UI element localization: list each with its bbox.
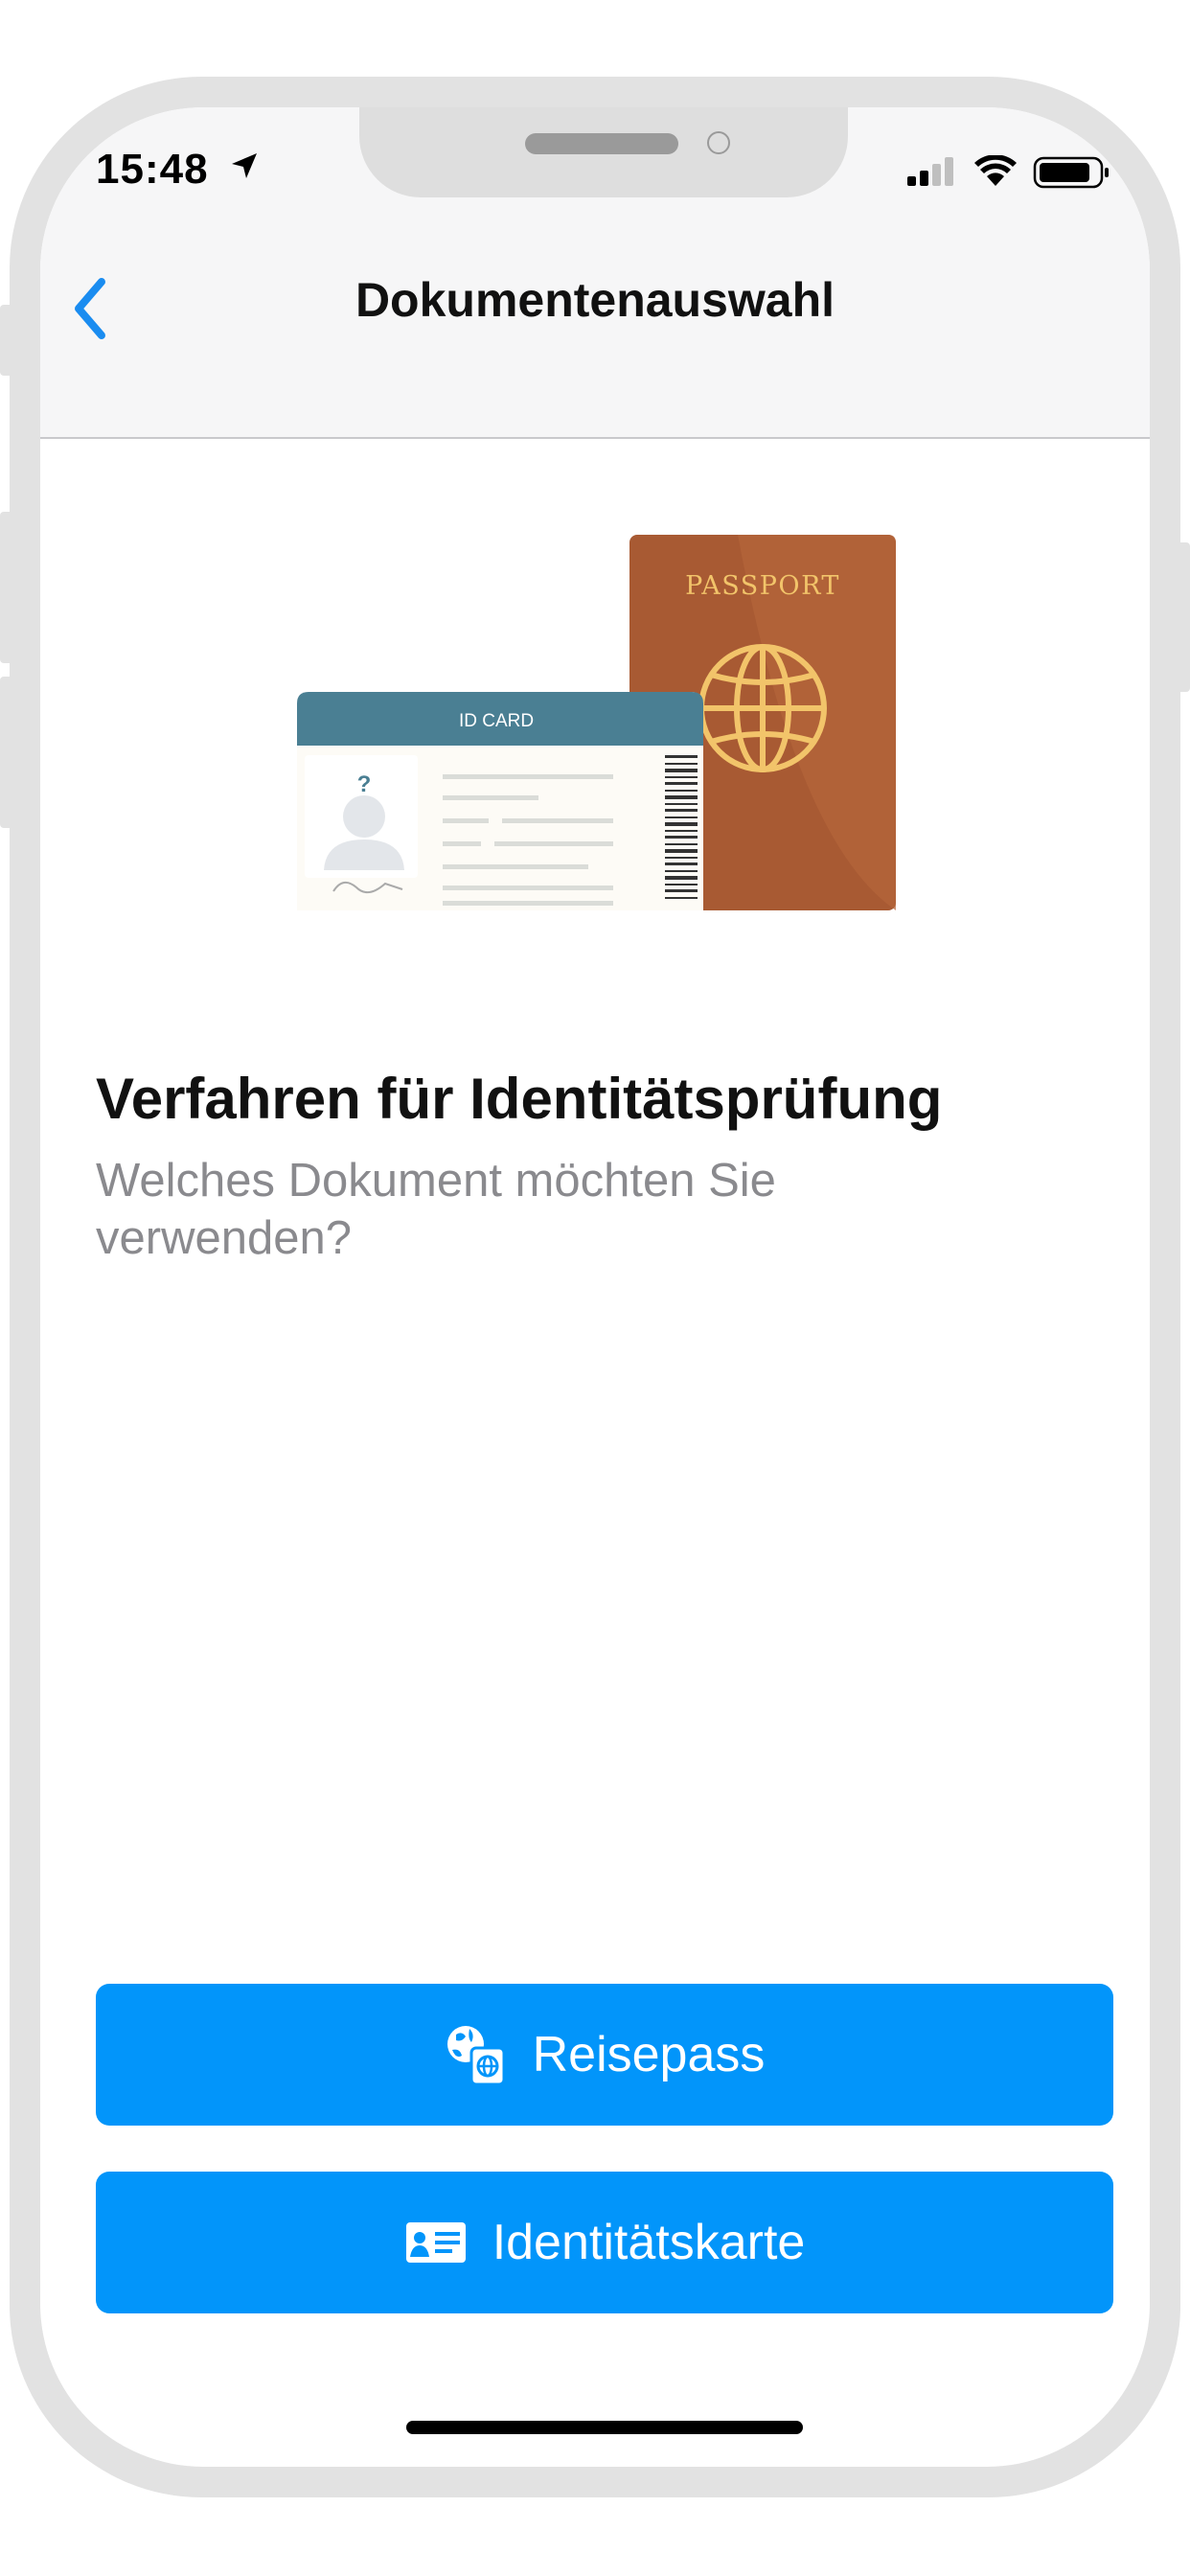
passport-button[interactable]: Reisepass: [96, 1984, 1113, 2126]
id-card-icon: [405, 2222, 466, 2263]
globe-icon: [698, 644, 827, 772]
id-card-button[interactable]: Identitätskarte: [96, 2172, 1113, 2313]
wifi-icon: [974, 155, 1017, 186]
passport-icon: [446, 2026, 506, 2086]
documents-illustration: PASSPORT ID CARD ?: [297, 535, 896, 910]
passport-cover-text: PASSPORT: [685, 571, 840, 601]
notch: [359, 107, 848, 197]
home-indicator[interactable]: [406, 2421, 803, 2434]
page-subtitle: Welches Dokument möchten Sie verwenden?: [96, 1155, 776, 1264]
nav-title: Dokumentenauswahl: [355, 273, 835, 327]
power-button: [1180, 542, 1190, 692]
id-card-button-label: Identitätskarte: [492, 2215, 806, 2270]
speaker-grille: [525, 133, 678, 154]
battery-icon: [1033, 156, 1109, 189]
volume-up-button: [0, 512, 10, 663]
navigation-bar: 15:48 Dokumentenauswahl: [40, 107, 1150, 439]
id-card-image: ID CARD ?: [297, 692, 703, 910]
phone-screen: 15:48 Dokumentenauswahl PASSPORT ID CARD…: [40, 107, 1150, 2467]
volume-down-button: [0, 677, 10, 828]
status-icons: [907, 155, 1109, 189]
id-card-header-text: ID CARD: [459, 711, 534, 731]
page-title: Verfahren für Identitätsprüfung: [96, 1067, 943, 1131]
svg-text:?: ?: [357, 771, 372, 797]
status-time: 15:48: [96, 146, 209, 193]
device-frame: 15:48 Dokumentenauswahl PASSPORT ID CARD…: [10, 77, 1180, 2497]
cellular-signal-icon: [907, 157, 953, 186]
mute-switch: [0, 305, 10, 376]
passport-button-label: Reisepass: [532, 2027, 766, 2082]
front-camera: [707, 131, 730, 154]
location-arrow-icon: [232, 153, 257, 178]
